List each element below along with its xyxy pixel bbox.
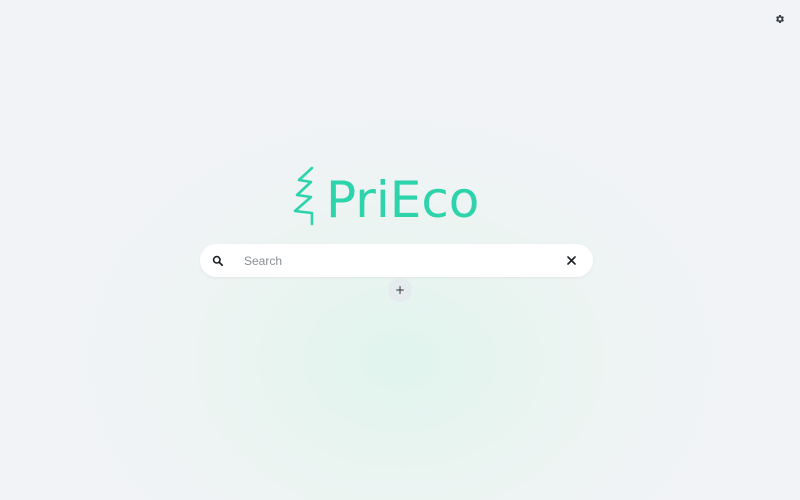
search-bar [200,244,593,277]
gear-icon [776,14,784,23]
settings-button[interactable] [773,12,787,26]
add-shortcut-button[interactable]: + [388,278,412,302]
brand-name: PriEco [326,171,480,229]
close-icon [567,256,576,265]
tree-icon [293,166,314,226]
search-input[interactable] [244,248,554,273]
brand-logo[interactable]: PriEco [290,164,512,230]
clear-search-button[interactable] [565,254,578,267]
search-icon[interactable] [212,254,224,267]
